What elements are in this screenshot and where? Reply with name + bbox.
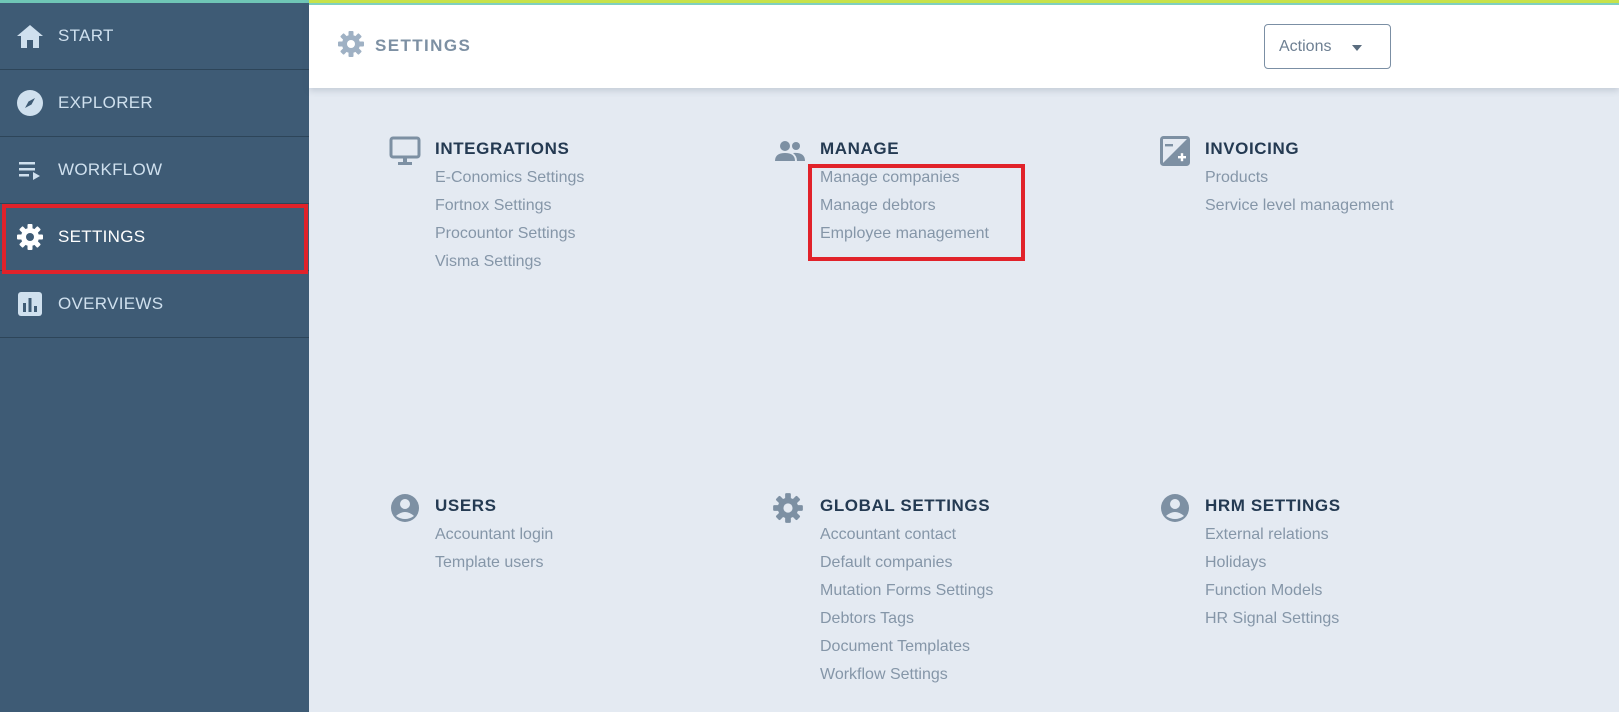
sidebar-item-label: WORKFLOW: [58, 160, 163, 179]
link-mutation-forms-settings[interactable]: Mutation Forms Settings: [820, 581, 993, 609]
sidebar-item-settings[interactable]: SETTINGS: [0, 204, 309, 271]
link-debtors-tags[interactable]: Debtors Tags: [820, 609, 993, 637]
sidebar-item-start[interactable]: START: [0, 3, 309, 70]
link-document-templates[interactable]: Document Templates: [820, 637, 993, 665]
caret-down-icon: [1352, 45, 1362, 51]
link-accountant-contact[interactable]: Accountant contact: [820, 525, 993, 553]
link-function-models[interactable]: Function Models: [1205, 581, 1339, 609]
link-manage-debtors[interactable]: Manage debtors: [820, 196, 989, 224]
sidebar-item-label: EXPLORER: [58, 93, 153, 112]
page-title: SETTINGS: [375, 36, 472, 55]
link-products[interactable]: Products: [1205, 168, 1394, 196]
link-e-conomics-settings[interactable]: E-Conomics Settings: [435, 168, 584, 196]
sidebar-item-label: OVERVIEWS: [58, 294, 164, 313]
link-holidays[interactable]: Holidays: [1205, 553, 1339, 581]
user-circle-icon: [1159, 492, 1191, 524]
sidebar-item-label: SETTINGS: [58, 227, 146, 246]
workflow-icon: [16, 156, 44, 184]
page-title-group: SETTINGS: [337, 30, 472, 63]
user-circle-icon: [389, 492, 421, 524]
section-title: USERS: [435, 496, 497, 515]
sidebar-item-overviews[interactable]: OVERVIEWS: [0, 271, 309, 338]
monitor-icon: [389, 135, 421, 167]
link-accountant-login[interactable]: Accountant login: [435, 525, 553, 553]
gear-icon: [16, 223, 44, 251]
section-title: INVOICING: [1205, 139, 1300, 158]
link-fortnox-settings[interactable]: Fortnox Settings: [435, 196, 584, 224]
actions-dropdown[interactable]: Actions: [1264, 24, 1391, 69]
header-accent-line: [309, 0, 1619, 5]
people-icon: [774, 135, 806, 167]
sidebar-item-workflow[interactable]: WORKFLOW: [0, 137, 309, 204]
invoice-icon: [1159, 135, 1191, 167]
link-manage-companies[interactable]: Manage companies: [820, 168, 989, 196]
gear-icon: [772, 492, 804, 524]
link-default-companies[interactable]: Default companies: [820, 553, 993, 581]
link-service-level-management[interactable]: Service level management: [1205, 196, 1394, 224]
link-employee-management[interactable]: Employee management: [820, 224, 989, 252]
section-title: HRM SETTINGS: [1205, 496, 1341, 515]
sidebar-item-explorer[interactable]: EXPLORER: [0, 70, 309, 137]
section-title: INTEGRATIONS: [435, 139, 570, 158]
link-external-relations[interactable]: External relations: [1205, 525, 1339, 553]
actions-dropdown-label: Actions: [1279, 37, 1332, 55]
home-icon: [16, 22, 44, 50]
link-hr-signal-settings[interactable]: HR Signal Settings: [1205, 609, 1339, 637]
sidebar-item-label: START: [58, 26, 114, 45]
link-procountor-settings[interactable]: Procountor Settings: [435, 224, 584, 252]
bar-chart-icon: [16, 290, 44, 318]
link-template-users[interactable]: Template users: [435, 553, 553, 581]
page-header: SETTINGS Actions: [309, 0, 1619, 88]
sidebar: START EXPLORER WORKFLOW SETTINGS OVERVIE…: [0, 0, 309, 712]
link-workflow-settings[interactable]: Workflow Settings: [820, 665, 993, 693]
section-title: GLOBAL SETTINGS: [820, 496, 991, 515]
link-visma-settings[interactable]: Visma Settings: [435, 252, 584, 280]
gear-icon: [337, 30, 365, 63]
section-title: MANAGE: [820, 139, 900, 158]
compass-icon: [16, 89, 44, 117]
